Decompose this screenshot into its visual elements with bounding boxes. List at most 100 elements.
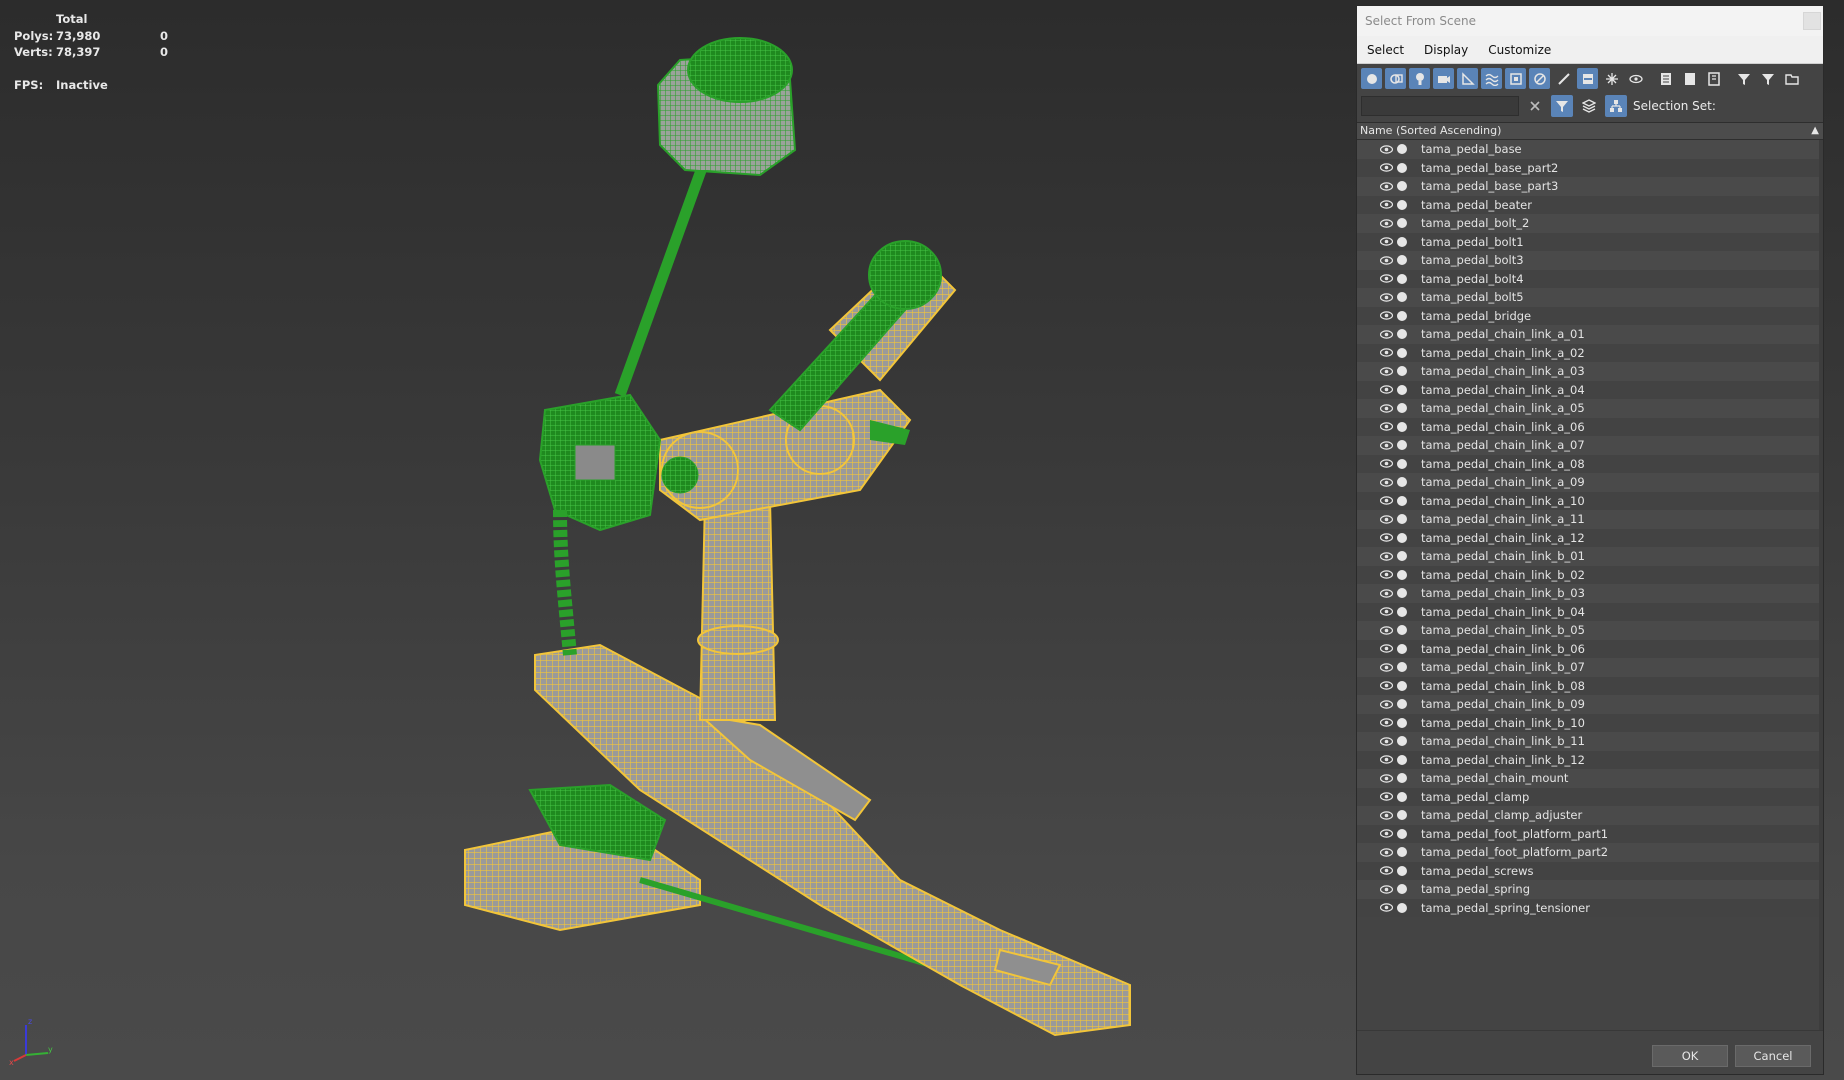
list-item[interactable]: tama_pedal_chain_link_a_01 [1357, 325, 1823, 344]
list-item[interactable]: tama_pedal_chain_link_a_05 [1357, 399, 1823, 418]
list-item[interactable]: tama_pedal_chain_link_a_12 [1357, 528, 1823, 547]
list-item[interactable]: tama_pedal_chain_link_b_06 [1357, 639, 1823, 658]
visibility-eye-icon[interactable] [1380, 698, 1396, 710]
containers-icon[interactable] [1577, 68, 1598, 89]
name-column-header[interactable]: Name (Sorted Ascending) ▲ [1357, 122, 1823, 140]
list-item[interactable]: tama_pedal_bolt4 [1357, 269, 1823, 288]
visibility-eye-icon[interactable] [1380, 846, 1396, 858]
list-item[interactable]: tama_pedal_spring_tensioner [1357, 898, 1823, 917]
list-item[interactable]: tama_pedal_base_part3 [1357, 177, 1823, 196]
geometry-icon[interactable] [1361, 68, 1382, 89]
visibility-eye-icon[interactable] [1380, 143, 1396, 155]
list-item[interactable]: tama_pedal_chain_link_a_09 [1357, 473, 1823, 492]
layers-icon[interactable] [1578, 95, 1600, 117]
visibility-eye-icon[interactable] [1380, 865, 1396, 877]
list-item[interactable]: tama_pedal_base_part2 [1357, 158, 1823, 177]
visibility-eye-icon[interactable] [1380, 476, 1396, 488]
visibility-eye-icon[interactable] [1380, 791, 1396, 803]
visibility-eye-icon[interactable] [1380, 809, 1396, 821]
invert-display-icon[interactable] [1703, 68, 1724, 89]
list-item[interactable]: tama_pedal_bolt5 [1357, 288, 1823, 307]
visibility-eye-icon[interactable] [1380, 347, 1396, 359]
display-all-icon[interactable] [1655, 68, 1676, 89]
visibility-eye-icon[interactable] [1380, 828, 1396, 840]
visibility-eye-icon[interactable] [1380, 587, 1396, 599]
visibility-eye-icon[interactable] [1380, 661, 1396, 673]
list-item[interactable]: tama_pedal_chain_link_b_08 [1357, 676, 1823, 695]
helpers-icon[interactable] [1457, 68, 1478, 89]
visibility-eye-icon[interactable] [1380, 772, 1396, 784]
visibility-eye-icon[interactable] [1380, 254, 1396, 266]
visibility-eye-icon[interactable] [1380, 532, 1396, 544]
visibility-eye-icon[interactable] [1380, 180, 1396, 192]
list-item[interactable]: tama_pedal_foot_platform_part1 [1357, 824, 1823, 843]
list-item[interactable]: tama_pedal_chain_link_a_06 [1357, 417, 1823, 436]
dialog-title-bar[interactable]: Select From Scene [1357, 6, 1823, 36]
find-filter-icon[interactable] [1551, 95, 1573, 117]
visibility-eye-icon[interactable] [1380, 162, 1396, 174]
menu-select[interactable]: Select [1367, 43, 1404, 57]
visibility-eye-icon[interactable] [1380, 236, 1396, 248]
list-item[interactable]: tama_pedal_spring [1357, 880, 1823, 899]
visibility-eye-icon[interactable] [1380, 439, 1396, 451]
drum-pedal-model[interactable] [430, 30, 1150, 1040]
xrefs-icon[interactable] [1529, 68, 1550, 89]
visibility-eye-icon[interactable] [1380, 217, 1396, 229]
visibility-eye-icon[interactable] [1380, 291, 1396, 303]
frozen-icon[interactable] [1601, 68, 1622, 89]
visibility-eye-icon[interactable] [1380, 273, 1396, 285]
list-item[interactable]: tama_pedal_chain_link_a_10 [1357, 491, 1823, 510]
visibility-eye-icon[interactable] [1380, 199, 1396, 211]
list-item[interactable]: tama_pedal_chain_link_a_08 [1357, 454, 1823, 473]
visibility-eye-icon[interactable] [1380, 902, 1396, 914]
list-item[interactable]: tama_pedal_bolt1 [1357, 232, 1823, 251]
hierarchy-icon[interactable] [1605, 95, 1627, 117]
list-item[interactable]: tama_pedal_chain_link_b_03 [1357, 584, 1823, 603]
visibility-eye-icon[interactable] [1380, 717, 1396, 729]
list-item[interactable]: tama_pedal_chain_link_b_05 [1357, 621, 1823, 640]
lights-icon[interactable] [1409, 68, 1430, 89]
visibility-eye-icon[interactable] [1380, 643, 1396, 655]
groups-icon[interactable] [1505, 68, 1526, 89]
visibility-eye-icon[interactable] [1380, 458, 1396, 470]
visibility-eye-icon[interactable] [1380, 735, 1396, 747]
list-item[interactable]: tama_pedal_chain_link_b_02 [1357, 565, 1823, 584]
visibility-eye-icon[interactable] [1380, 384, 1396, 396]
list-item[interactable]: tama_pedal_chain_link_b_01 [1357, 547, 1823, 566]
filter-icon[interactable] [1757, 68, 1778, 89]
visibility-eye-icon[interactable] [1380, 754, 1396, 766]
list-item[interactable]: tama_pedal_chain_link_a_07 [1357, 436, 1823, 455]
visibility-eye-icon[interactable] [1380, 310, 1396, 322]
close-button[interactable] [1803, 12, 1821, 30]
visibility-eye-icon[interactable] [1380, 421, 1396, 433]
list-item[interactable]: tama_pedal_bridge [1357, 306, 1823, 325]
visibility-eye-icon[interactable] [1380, 365, 1396, 377]
perspective-viewport[interactable]: Total Polys: 73,980 0 Verts: 78,397 0 FP… [0, 0, 1356, 1080]
cameras-icon[interactable] [1433, 68, 1454, 89]
visibility-eye-icon[interactable] [1380, 328, 1396, 340]
list-item[interactable]: tama_pedal_chain_link_b_04 [1357, 602, 1823, 621]
display-none-icon[interactable] [1679, 68, 1700, 89]
filter-children-icon[interactable] [1733, 68, 1754, 89]
menu-display[interactable]: Display [1424, 43, 1468, 57]
visibility-eye-icon[interactable] [1380, 624, 1396, 636]
bones-icon[interactable] [1553, 68, 1574, 89]
visibility-eye-icon[interactable] [1380, 680, 1396, 692]
list-item[interactable]: tama_pedal_beater [1357, 195, 1823, 214]
visibility-eye-icon[interactable] [1380, 606, 1396, 618]
clear-search-icon[interactable] [1524, 95, 1546, 117]
list-item[interactable]: tama_pedal_base [1357, 140, 1823, 159]
visibility-eye-icon[interactable] [1380, 569, 1396, 581]
list-item[interactable]: tama_pedal_clamp_adjuster [1357, 806, 1823, 825]
list-item[interactable]: tama_pedal_chain_link_a_03 [1357, 362, 1823, 381]
open-folder-icon[interactable] [1781, 68, 1802, 89]
list-item[interactable]: tama_pedal_chain_link_a_04 [1357, 380, 1823, 399]
list-item[interactable]: tama_pedal_chain_link_b_11 [1357, 732, 1823, 751]
list-item[interactable]: tama_pedal_chain_link_b_10 [1357, 713, 1823, 732]
shapes-icon[interactable] [1385, 68, 1406, 89]
list-item[interactable]: tama_pedal_chain_link_a_11 [1357, 510, 1823, 529]
list-item[interactable]: tama_pedal_foot_platform_part2 [1357, 843, 1823, 862]
hidden-icon[interactable] [1625, 68, 1646, 89]
list-scrollbar[interactable] [1819, 140, 1823, 1030]
cancel-button[interactable]: Cancel [1735, 1045, 1811, 1067]
